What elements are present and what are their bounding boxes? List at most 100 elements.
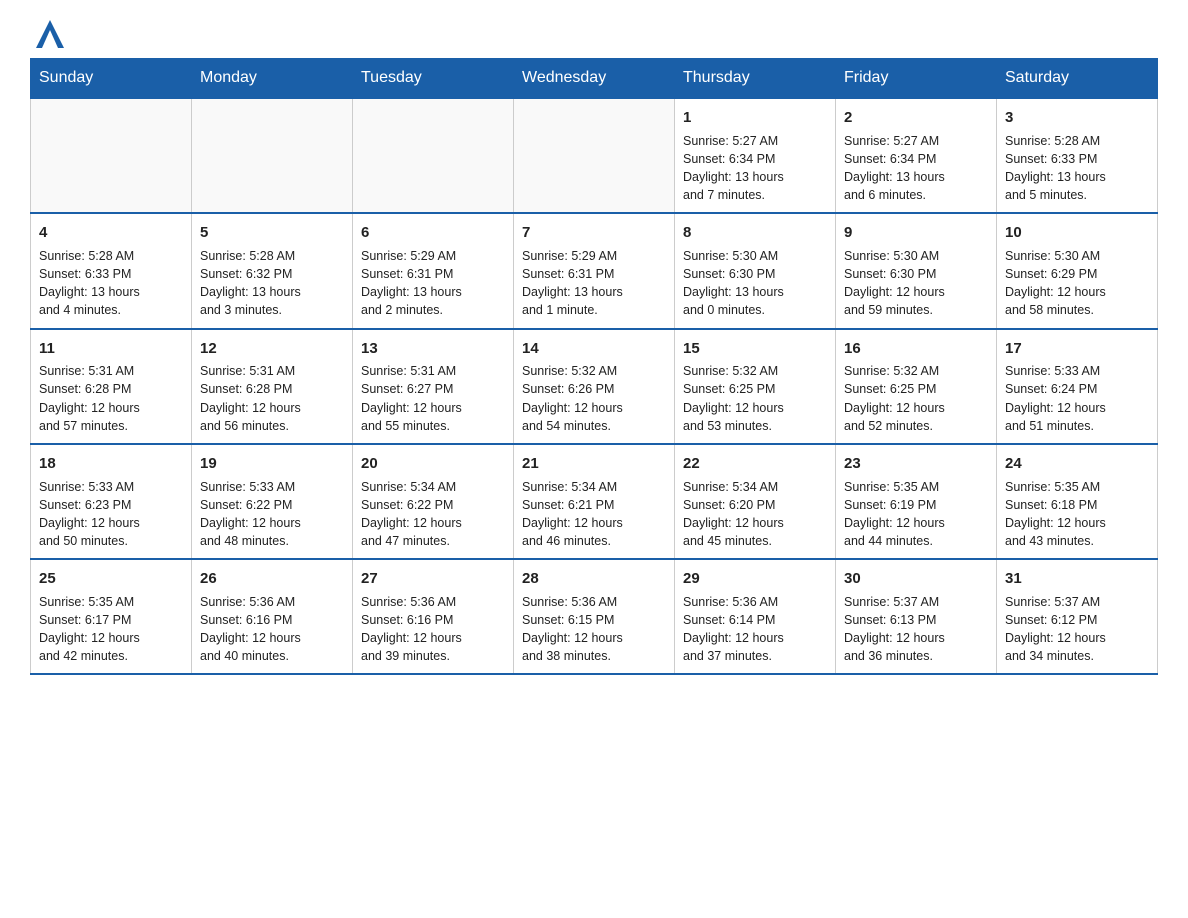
day-info: Sunrise: 5:37 AMSunset: 6:12 PMDaylight:… (1005, 593, 1149, 666)
calendar-cell: 31 Sunrise: 5:37 AMSunset: 6:12 PMDayligh… (997, 559, 1158, 674)
day-info: Sunrise: 5:31 AMSunset: 6:27 PMDaylight:… (361, 362, 505, 435)
calendar-cell: 6Sunrise: 5:29 AMSunset: 6:31 PMDaylight… (353, 213, 514, 328)
calendar-cell: 25 Sunrise: 5:35 AMSunset: 6:17 PMDayligh… (31, 559, 192, 674)
calendar-week-row: 1 Sunrise: 5:27 AMSunset: 6:34 PMDaylight… (31, 98, 1158, 213)
day-number: 16 (844, 338, 988, 360)
day-number: 10 (1005, 222, 1149, 244)
calendar-cell: 28 Sunrise: 5:36 AMSunset: 6:15 PMDayligh… (514, 559, 675, 674)
day-info: Sunrise: 5:32 AMSunset: 6:25 PMDaylight:… (844, 362, 988, 435)
day-number: 25 (39, 568, 183, 590)
day-number: 9 (844, 222, 988, 244)
calendar-cell: 23 Sunrise: 5:35 AMSunset: 6:19 PMDayligh… (836, 444, 997, 559)
weekday-header-tuesday: Tuesday (353, 59, 514, 99)
calendar-cell: 18Sunrise: 5:33 AMSunset: 6:23 PMDayligh… (31, 444, 192, 559)
calendar-cell: 30 Sunrise: 5:37 AMSunset: 6:13 PMDayligh… (836, 559, 997, 674)
weekday-header-sunday: Sunday (31, 59, 192, 99)
calendar-cell: 9Sunrise: 5:30 AMSunset: 6:30 PMDaylight… (836, 213, 997, 328)
day-info: Sunrise: 5:28 AMSunset: 6:33 PMDaylight:… (1005, 132, 1149, 205)
calendar-cell: 27 Sunrise: 5:36 AMSunset: 6:16 PMDayligh… (353, 559, 514, 674)
calendar-week-row: 4 Sunrise: 5:28 AMSunset: 6:33 PMDaylight… (31, 213, 1158, 328)
day-number: 5 (200, 222, 344, 244)
calendar-cell: 3 Sunrise: 5:28 AMSunset: 6:33 PMDaylight… (997, 98, 1158, 213)
day-info: Sunrise: 5:34 AMSunset: 6:20 PMDaylight:… (683, 478, 827, 551)
calendar-cell: 12Sunrise: 5:31 AMSunset: 6:28 PMDayligh… (192, 329, 353, 444)
logo-icon (36, 20, 64, 48)
day-number: 14 (522, 338, 666, 360)
day-number: 22 (683, 453, 827, 475)
calendar-cell: 29 Sunrise: 5:36 AMSunset: 6:14 PMDayligh… (675, 559, 836, 674)
day-info: Sunrise: 5:28 AMSunset: 6:33 PMDaylight:… (39, 247, 183, 320)
calendar-cell: 16Sunrise: 5:32 AMSunset: 6:25 PMDayligh… (836, 329, 997, 444)
day-info: Sunrise: 5:37 AMSunset: 6:13 PMDaylight:… (844, 593, 988, 666)
day-number: 30 (844, 568, 988, 590)
calendar-cell: 21 Sunrise: 5:34 AMSunset: 6:21 PMDayligh… (514, 444, 675, 559)
day-number: 17 (1005, 338, 1149, 360)
day-info: Sunrise: 5:33 AMSunset: 6:24 PMDaylight:… (1005, 362, 1149, 435)
day-info: Sunrise: 5:34 AMSunset: 6:22 PMDaylight:… (361, 478, 505, 551)
day-number: 3 (1005, 107, 1149, 129)
day-info: Sunrise: 5:36 AMSunset: 6:15 PMDaylight:… (522, 593, 666, 666)
calendar-cell: 17Sunrise: 5:33 AMSunset: 6:24 PMDayligh… (997, 329, 1158, 444)
calendar-cell: 15Sunrise: 5:32 AMSunset: 6:25 PMDayligh… (675, 329, 836, 444)
day-number: 27 (361, 568, 505, 590)
day-number: 31 (1005, 568, 1149, 590)
calendar-cell: 26 Sunrise: 5:36 AMSunset: 6:16 PMDayligh… (192, 559, 353, 674)
day-info: Sunrise: 5:33 AMSunset: 6:23 PMDaylight:… (39, 478, 183, 551)
day-info: Sunrise: 5:29 AMSunset: 6:31 PMDaylight:… (522, 247, 666, 320)
day-info: Sunrise: 5:35 AMSunset: 6:19 PMDaylight:… (844, 478, 988, 551)
day-info: Sunrise: 5:36 AMSunset: 6:14 PMDaylight:… (683, 593, 827, 666)
day-info: Sunrise: 5:30 AMSunset: 6:29 PMDaylight:… (1005, 247, 1149, 320)
weekday-header-saturday: Saturday (997, 59, 1158, 99)
weekday-header-friday: Friday (836, 59, 997, 99)
day-number: 29 (683, 568, 827, 590)
calendar-header: SundayMondayTuesdayWednesdayThursdayFrid… (31, 59, 1158, 99)
calendar-cell: 4 Sunrise: 5:28 AMSunset: 6:33 PMDaylight… (31, 213, 192, 328)
calendar-cell: 10 Sunrise: 5:30 AMSunset: 6:29 PMDayligh… (997, 213, 1158, 328)
day-number: 12 (200, 338, 344, 360)
calendar-cell: 14Sunrise: 5:32 AMSunset: 6:26 PMDayligh… (514, 329, 675, 444)
weekday-header-monday: Monday (192, 59, 353, 99)
day-info: Sunrise: 5:32 AMSunset: 6:25 PMDaylight:… (683, 362, 827, 435)
day-number: 19 (200, 453, 344, 475)
calendar-cell: 20Sunrise: 5:34 AMSunset: 6:22 PMDayligh… (353, 444, 514, 559)
calendar-week-row: 11Sunrise: 5:31 AMSunset: 6:28 PMDayligh… (31, 329, 1158, 444)
weekday-header-wednesday: Wednesday (514, 59, 675, 99)
calendar-cell: 1 Sunrise: 5:27 AMSunset: 6:34 PMDaylight… (675, 98, 836, 213)
calendar-cell: 2 Sunrise: 5:27 AMSunset: 6:34 PMDaylight… (836, 98, 997, 213)
calendar-cell (353, 98, 514, 213)
calendar-cell (192, 98, 353, 213)
calendar-cell: 5Sunrise: 5:28 AMSunset: 6:32 PMDaylight… (192, 213, 353, 328)
calendar-cell (31, 98, 192, 213)
day-number: 21 (522, 453, 666, 475)
day-info: Sunrise: 5:27 AMSunset: 6:34 PMDaylight:… (683, 132, 827, 205)
day-info: Sunrise: 5:31 AMSunset: 6:28 PMDaylight:… (200, 362, 344, 435)
day-info: Sunrise: 5:32 AMSunset: 6:26 PMDaylight:… (522, 362, 666, 435)
day-number: 26 (200, 568, 344, 590)
weekday-header-thursday: Thursday (675, 59, 836, 99)
day-number: 6 (361, 222, 505, 244)
day-number: 2 (844, 107, 988, 129)
day-number: 8 (683, 222, 827, 244)
day-number: 4 (39, 222, 183, 244)
day-number: 15 (683, 338, 827, 360)
calendar-cell: 19 Sunrise: 5:33 AMSunset: 6:22 PMDayligh… (192, 444, 353, 559)
day-info: Sunrise: 5:33 AMSunset: 6:22 PMDaylight:… (200, 478, 344, 551)
day-info: Sunrise: 5:34 AMSunset: 6:21 PMDaylight:… (522, 478, 666, 551)
calendar-cell: 7Sunrise: 5:29 AMSunset: 6:31 PMDaylight… (514, 213, 675, 328)
day-info: Sunrise: 5:31 AMSunset: 6:28 PMDaylight:… (39, 362, 183, 435)
day-info: Sunrise: 5:35 AMSunset: 6:17 PMDaylight:… (39, 593, 183, 666)
calendar-cell: 24 Sunrise: 5:35 AMSunset: 6:18 PMDayligh… (997, 444, 1158, 559)
day-number: 24 (1005, 453, 1149, 475)
day-number: 1 (683, 107, 827, 129)
day-info: Sunrise: 5:36 AMSunset: 6:16 PMDaylight:… (200, 593, 344, 666)
day-number: 13 (361, 338, 505, 360)
day-number: 23 (844, 453, 988, 475)
day-info: Sunrise: 5:27 AMSunset: 6:34 PMDaylight:… (844, 132, 988, 205)
day-info: Sunrise: 5:36 AMSunset: 6:16 PMDaylight:… (361, 593, 505, 666)
day-info: Sunrise: 5:35 AMSunset: 6:18 PMDaylight:… (1005, 478, 1149, 551)
calendar-week-row: 18Sunrise: 5:33 AMSunset: 6:23 PMDayligh… (31, 444, 1158, 559)
day-number: 11 (39, 338, 183, 360)
day-number: 28 (522, 568, 666, 590)
page-header (30, 20, 1158, 48)
weekday-header-row: SundayMondayTuesdayWednesdayThursdayFrid… (31, 59, 1158, 99)
